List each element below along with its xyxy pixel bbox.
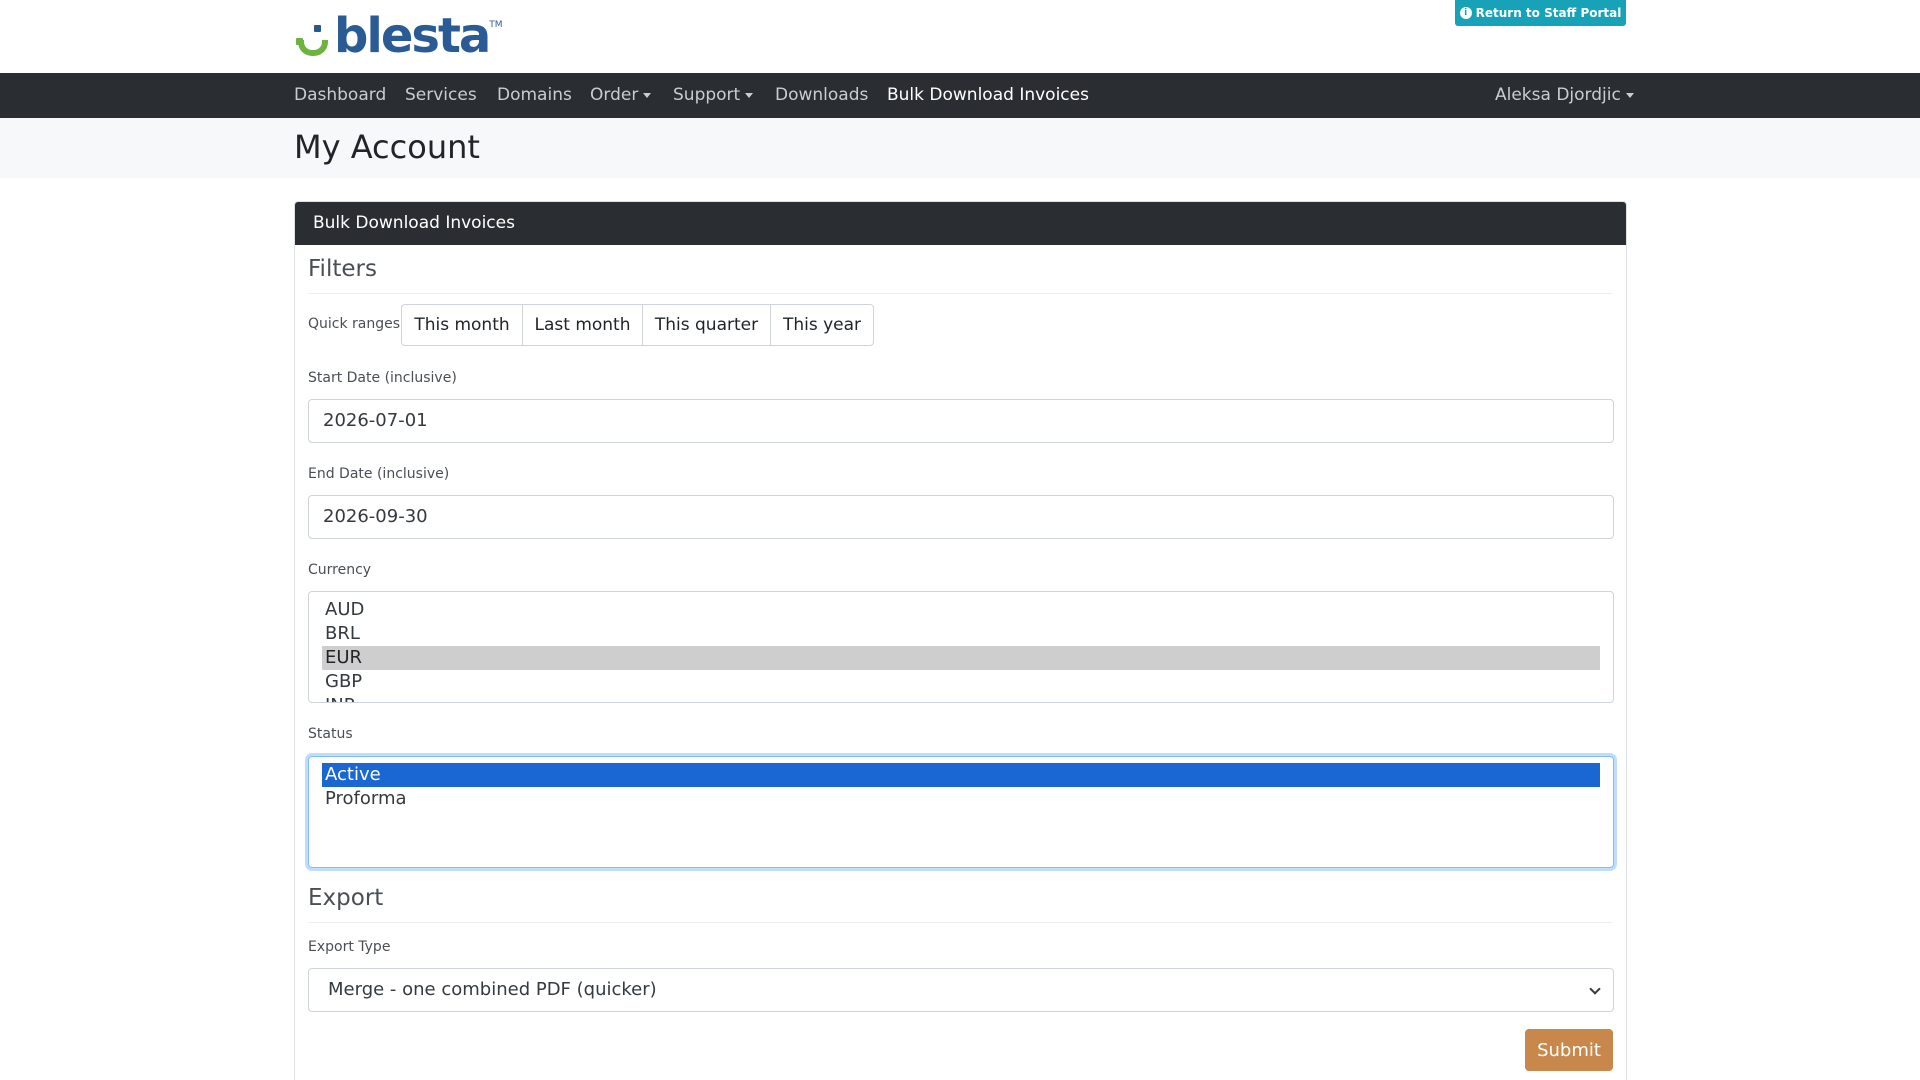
export-type-value: Merge - one combined PDF (quicker) (328, 979, 657, 1000)
start-date-label: Start Date (inclusive) (308, 370, 457, 386)
nav-bulk-download-invoices[interactable]: Bulk Download Invoices (887, 73, 1089, 118)
quick-range-this-quarter-button[interactable]: This quarter (642, 304, 771, 346)
currency-multiselect[interactable]: AUD BRL EUR GBP INR (308, 591, 1614, 703)
filters-heading: Filters (308, 256, 377, 282)
quick-range-this-month-button[interactable]: This month (401, 304, 523, 346)
page-title-band: My Account (0, 118, 1920, 178)
bulk-download-card: Bulk Download Invoices Filters Quick ran… (294, 201, 1627, 1080)
chevron-down-icon (1589, 983, 1601, 995)
end-date-input[interactable]: 2026-09-30 (308, 495, 1614, 539)
site-header: blesta TM i Return to Staff Portal (0, 0, 1920, 73)
status-multiselect[interactable]: Active Proforma (308, 756, 1614, 868)
end-date-label: End Date (inclusive) (308, 466, 450, 482)
caret-down-icon (1625, 92, 1634, 98)
nav-dashboard[interactable]: Dashboard (294, 73, 386, 118)
currency-option[interactable]: INR (322, 694, 1600, 702)
start-date-input[interactable]: 2026-07-01 (308, 399, 1614, 443)
quick-ranges-label: Quick ranges (308, 316, 401, 332)
blesta-logo[interactable]: blesta TM (294, 8, 503, 64)
status-option[interactable]: Proforma (322, 787, 1600, 811)
currency-label: Currency (308, 562, 372, 578)
export-type-select[interactable]: Merge - one combined PDF (quicker) (308, 968, 1614, 1012)
nav-domains[interactable]: Domains (497, 73, 572, 118)
card-header: Bulk Download Invoices (295, 202, 1626, 245)
quick-range-this-year-button[interactable]: This year (770, 304, 874, 346)
caret-down-icon (643, 92, 652, 98)
export-heading: Export (308, 885, 384, 911)
submit-button[interactable]: Submit (1525, 1029, 1613, 1071)
nav-support-dropdown[interactable]: Support (673, 73, 754, 118)
main-navbar: Dashboard Services Domains Order Support… (0, 73, 1920, 118)
nav-downloads[interactable]: Downloads (775, 73, 868, 118)
logo-trademark: TM (489, 20, 503, 30)
logo-text: blesta (334, 8, 491, 64)
return-to-staff-portal-button[interactable]: i Return to Staff Portal (1455, 0, 1626, 26)
status-label: Status (308, 726, 353, 742)
export-divider (308, 922, 1613, 923)
quick-range-last-month-button[interactable]: Last month (522, 304, 643, 346)
logo-smile-icon (294, 16, 334, 56)
status-option-selected[interactable]: Active (322, 763, 1600, 787)
staff-portal-label: Return to Staff Portal (1475, 6, 1622, 20)
caret-down-icon (745, 92, 754, 98)
nav-services[interactable]: Services (405, 73, 477, 118)
currency-option[interactable]: BRL (322, 622, 1600, 646)
currency-option-selected[interactable]: EUR (322, 646, 1600, 670)
page-title: My Account (294, 128, 480, 166)
user-menu-dropdown[interactable]: Aleksa Djordjic (1495, 73, 1634, 118)
nav-order-dropdown[interactable]: Order (590, 73, 652, 118)
currency-option[interactable]: GBP (322, 670, 1600, 694)
export-type-label: Export Type (308, 939, 391, 955)
currency-option[interactable]: AUD (322, 598, 1600, 622)
info-circle-icon: i (1459, 7, 1472, 19)
filters-divider (308, 293, 1613, 294)
quick-ranges-group: This month Last month This quarter This … (401, 304, 874, 346)
